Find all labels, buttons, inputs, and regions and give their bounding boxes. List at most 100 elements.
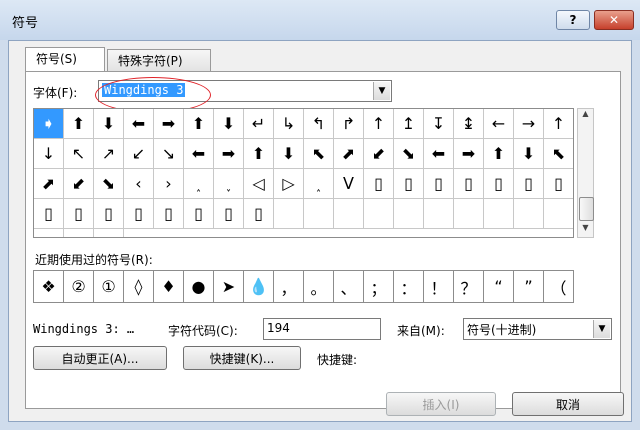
symbol-cell[interactable]: ▯ xyxy=(544,169,573,199)
cancel-button[interactable]: 取消 xyxy=(512,392,624,416)
recent-symbol-cell[interactable]: ？ xyxy=(454,271,484,303)
symbol-cell[interactable]: ▯ xyxy=(364,169,394,199)
symbol-cell[interactable] xyxy=(304,199,334,229)
symbol-cell[interactable]: ▯ xyxy=(424,169,454,199)
symbol-cell[interactable]: ⬇ xyxy=(274,139,304,169)
symbol-cell[interactable]: ↰ xyxy=(304,109,334,139)
symbol-cell[interactable]: ◁ xyxy=(244,169,274,199)
recent-symbol-cell[interactable]: ， xyxy=(274,271,304,303)
from-select[interactable]: 符号(十进制) ▼ xyxy=(463,318,612,340)
symbol-cell[interactable] xyxy=(484,199,514,229)
symbol-cell[interactable] xyxy=(64,229,94,237)
shortcut-key-button[interactable]: 快捷键(K)... xyxy=(183,346,301,370)
symbol-cell[interactable]: ▷ xyxy=(274,169,304,199)
recent-symbol-cell[interactable]: ◊ xyxy=(124,271,154,303)
symbol-cell[interactable] xyxy=(94,229,124,237)
recent-symbol-cell[interactable]: ！ xyxy=(424,271,454,303)
symbol-cell[interactable]: ↵ xyxy=(244,109,274,139)
symbol-cell[interactable]: ˰ xyxy=(184,169,214,199)
symbol-cell[interactable]: ⬋ xyxy=(64,169,94,199)
recent-symbol-cell[interactable]: 。 xyxy=(304,271,334,303)
symbol-cell[interactable]: ‹ xyxy=(124,169,154,199)
symbol-cell[interactable]: ↖ xyxy=(64,139,94,169)
tab-special-characters[interactable]: 特殊字符(P) xyxy=(107,49,211,71)
symbol-cell[interactable]: ↥ xyxy=(394,109,424,139)
symbol-cell[interactable]: ← xyxy=(484,109,514,139)
symbol-cell[interactable] xyxy=(364,199,394,229)
symbol-cell[interactable]: ▯ xyxy=(214,199,244,229)
symbol-cell[interactable]: ⬈ xyxy=(334,139,364,169)
recent-symbols[interactable]: ❖ ② ① ◊ ♦ ● ➤ 💧，。、；：！？ “” （ xyxy=(33,270,574,303)
symbol-cell[interactable]: ↓ xyxy=(34,139,64,169)
symbol-cell[interactable]: ↳ xyxy=(274,109,304,139)
symbol-cell[interactable]: ▯ xyxy=(244,199,274,229)
symbol-cell[interactable]: ⬇ xyxy=(214,109,244,139)
symbol-cell[interactable]: ⬉ xyxy=(304,139,334,169)
recent-symbol-cell[interactable]: 、 xyxy=(334,271,364,303)
symbol-cell[interactable]: ˰ xyxy=(304,169,334,199)
symbol-cell[interactable] xyxy=(274,199,304,229)
symbol-cell[interactable]: ▯ xyxy=(64,199,94,229)
scroll-down-icon[interactable]: ▼ xyxy=(578,223,593,237)
symbol-cell[interactable]: ⬈ xyxy=(34,169,64,199)
symbol-cell[interactable]: ↧ xyxy=(424,109,454,139)
symbol-cell[interactable]: ↙ xyxy=(124,139,154,169)
symbol-grid-scrollbar[interactable]: ▲ ▼ xyxy=(577,108,594,238)
symbol-grid[interactable]: ➧ ⬆ ⬇ ⬅ ➡ ⬆ ⬇ ↵ ↳ ↰ ↱ ↑ ↥ ↧ ↨ ← → ↑ ↓ ↖ ↗ ↙ ↘ ⬅ ➡ ⬆ ⬇ ⬉ ⬈ ⬋ ⬊ ⬅ ➡ ⬆ ⬇ ⬉ ⬈ ⬋ ⬊ ‹… xyxy=(33,108,574,238)
scroll-thumb[interactable] xyxy=(579,197,594,221)
symbol-cell[interactable]: ↱ xyxy=(334,109,364,139)
symbol-cell[interactable]: ▯ xyxy=(34,199,64,229)
symbol-cell[interactable] xyxy=(424,199,454,229)
symbol-cell[interactable]: ⬋ xyxy=(364,139,394,169)
recent-symbol-cell[interactable]: ♦ xyxy=(154,271,184,303)
char-code-input[interactable]: 194 xyxy=(263,318,381,340)
symbol-cell[interactable] xyxy=(514,199,544,229)
symbol-cell[interactable]: ▯ xyxy=(454,169,484,199)
recent-symbol-cell[interactable]: ； xyxy=(364,271,394,303)
symbol-cell[interactable]: ⬅ xyxy=(184,139,214,169)
symbol-cell[interactable]: ▯ xyxy=(124,199,154,229)
recent-symbol-cell[interactable]: 💧 xyxy=(244,271,274,303)
symbol-cell[interactable]: ➡ xyxy=(154,109,184,139)
recent-symbol-cell[interactable]: ➤ xyxy=(214,271,244,303)
recent-symbol-cell[interactable]: ” xyxy=(514,271,544,303)
symbol-cell[interactable]: ⬆ xyxy=(184,109,214,139)
recent-symbol-cell[interactable]: ❖ xyxy=(34,271,64,303)
symbol-cell[interactable]: ᐯ xyxy=(334,169,364,199)
close-button[interactable]: ✕ xyxy=(594,10,634,30)
recent-symbol-cell[interactable]: “ xyxy=(484,271,514,303)
autocorrect-button[interactable]: 自动更正(A)... xyxy=(33,346,167,370)
symbol-cell[interactable]: ↑ xyxy=(364,109,394,139)
recent-symbol-cell[interactable]: ① xyxy=(94,271,124,303)
scroll-up-icon[interactable]: ▲ xyxy=(578,109,593,123)
symbol-cell[interactable] xyxy=(544,199,573,229)
symbol-cell[interactable]: → xyxy=(514,109,544,139)
symbol-cell[interactable]: ⬅ xyxy=(424,139,454,169)
symbol-cell[interactable]: ➧ xyxy=(34,109,64,139)
symbol-cell[interactable]: ➡ xyxy=(214,139,244,169)
symbol-cell[interactable]: ▯ xyxy=(154,199,184,229)
symbol-cell[interactable]: ▯ xyxy=(394,169,424,199)
symbol-cell[interactable] xyxy=(454,199,484,229)
symbol-cell[interactable]: ↗ xyxy=(94,139,124,169)
symbol-cell[interactable]: ⬆ xyxy=(484,139,514,169)
symbol-cell[interactable]: ⬆ xyxy=(244,139,274,169)
symbol-cell[interactable]: ⬉ xyxy=(544,139,573,169)
symbol-cell[interactable]: › xyxy=(154,169,184,199)
insert-button[interactable]: 插入(I) xyxy=(386,392,496,416)
symbol-cell[interactable]: ⬊ xyxy=(394,139,424,169)
symbol-cell[interactable]: ↨ xyxy=(454,109,484,139)
symbol-cell[interactable]: ⬅ xyxy=(124,109,154,139)
symbol-cell[interactable]: ⬆ xyxy=(64,109,94,139)
symbol-cell[interactable]: ˯ xyxy=(214,169,244,199)
symbol-cell[interactable] xyxy=(334,199,364,229)
recent-symbol-cell[interactable]: ② xyxy=(64,271,94,303)
symbol-cell[interactable]: ▯ xyxy=(484,169,514,199)
symbol-cell[interactable]: ▯ xyxy=(184,199,214,229)
chevron-down-icon[interactable]: ▼ xyxy=(373,82,390,100)
symbol-cell[interactable]: ▯ xyxy=(514,169,544,199)
symbol-cell[interactable]: ⬊ xyxy=(94,169,124,199)
recent-symbol-cell[interactable]: ： xyxy=(394,271,424,303)
chevron-down-icon[interactable]: ▼ xyxy=(593,320,610,338)
symbol-cell[interactable]: ▯ xyxy=(94,199,124,229)
